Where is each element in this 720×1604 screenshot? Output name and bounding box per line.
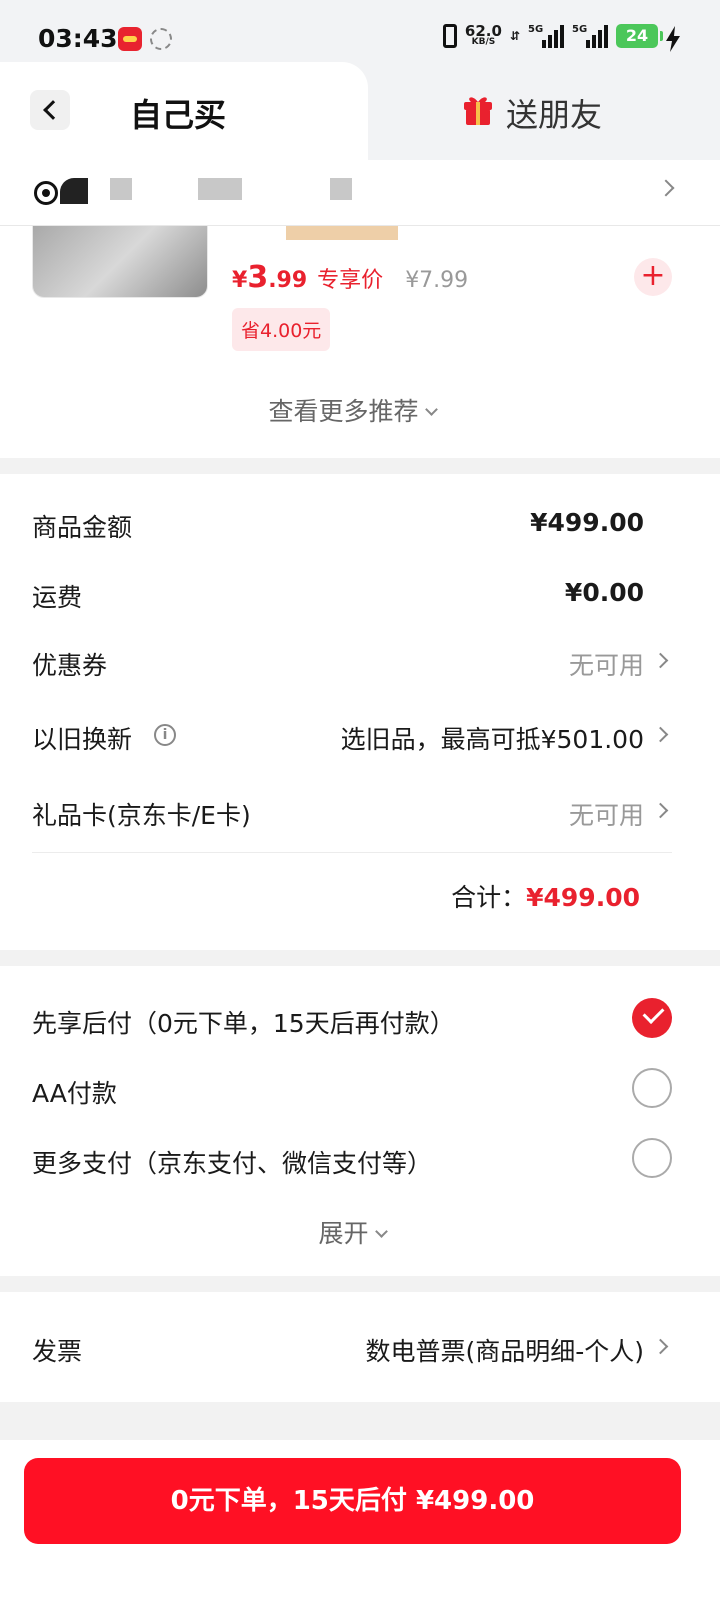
signal-label-2: 5G — [572, 24, 588, 35]
chevron-right-icon — [652, 652, 669, 669]
gift-card-value: 无可用 — [568, 801, 644, 830]
gift-icon — [464, 97, 492, 125]
trade-in-value: 选旧品，最高可抵¥501.00 — [340, 725, 644, 754]
status-time: 03:43 — [38, 24, 118, 53]
address-redacted — [198, 178, 242, 200]
chevron-right-icon — [657, 179, 675, 197]
chevron-right-icon — [652, 802, 669, 819]
radio-selected[interactable] — [632, 998, 672, 1038]
savings-badge: 省4.00元 — [232, 308, 331, 351]
info-icon[interactable]: i — [154, 724, 176, 746]
product-thumbnail[interactable] — [32, 226, 208, 298]
tab-gift-friend[interactable]: 送朋友 — [506, 90, 602, 136]
chevron-right-icon — [652, 726, 669, 743]
product-name-redacted — [286, 226, 398, 240]
vibrate-icon — [442, 24, 457, 48]
price-symbol: ¥ — [232, 268, 248, 293]
back-button[interactable] — [30, 90, 70, 130]
add-to-cart-button[interactable]: + — [634, 258, 672, 296]
data-arrows-icon: ⇵ — [509, 29, 520, 43]
charging-icon — [666, 26, 680, 52]
purchase-mode-tabs: 自己买 送朋友 — [0, 62, 720, 162]
gift-card-label: 礼品卡(京东卡/E卡) — [32, 801, 251, 830]
address-redacted — [330, 178, 352, 200]
invoice-label: 发票 — [32, 1337, 83, 1366]
see-more-label: 查看更多推荐 — [268, 397, 419, 426]
payment-option-label: AA付款 — [32, 1079, 117, 1108]
expand-payments-button[interactable]: 展开 — [0, 1214, 704, 1250]
order-total: 合计：¥499.00 — [451, 878, 640, 914]
back-arrow-icon — [43, 100, 63, 120]
radio-unselected[interactable] — [632, 1068, 672, 1108]
location-icon — [34, 181, 58, 205]
goods-amount-label: 商品金额 — [32, 513, 133, 542]
bottom-bar: 0元下单，15天后付 ¥499.00 — [0, 1440, 720, 1604]
address-row[interactable] — [0, 160, 720, 226]
shipping-label: 运费 — [32, 583, 83, 612]
price-cents: .99 — [268, 268, 308, 293]
address-redacted — [110, 178, 132, 200]
radio-unselected[interactable] — [632, 1138, 672, 1178]
payment-option-label: 更多支付（京东支付、微信支付等） — [32, 1149, 433, 1178]
invoice-value: 数电普票(商品明细-个人) — [365, 1337, 644, 1366]
clock-icon — [150, 28, 172, 50]
price-row: ¥ 3 .99 专享价 ¥7.99 — [232, 260, 468, 295]
trade-in-label: 以旧换新 — [32, 725, 133, 754]
network-speed: 62.0 KB/S — [465, 24, 502, 48]
goods-amount-value: ¥499.00 — [530, 508, 644, 537]
coupon-label: 优惠券 — [32, 651, 108, 680]
payment-card: 先享后付（0元下单，15天后再付款） AA付款 更多支付（京东支付、微信支付等）… — [0, 966, 720, 1276]
original-price: ¥7.99 — [405, 268, 469, 293]
expand-label: 展开 — [318, 1219, 369, 1248]
signal-icon-2: 5G — [572, 24, 608, 48]
payment-option-label: 先享后付（0元下单，15天后再付款） — [32, 1009, 455, 1038]
total-value: ¥499.00 — [526, 883, 640, 912]
chevron-down-icon — [374, 1225, 388, 1238]
tab-self-buy-label: 自己买 — [130, 96, 227, 134]
status-icons: 62.0 KB/S ⇵ 5G 5G 24 — [442, 24, 663, 48]
signal-label-1: 5G — [528, 24, 544, 35]
see-more-recommendations[interactable]: 查看更多推荐 — [0, 392, 704, 428]
status-bar: 03:43 62.0 KB/S ⇵ 5G 5G 24 — [0, 0, 720, 62]
recommendation-card: ¥ 3 .99 专享价 ¥7.99 省4.00元 + 查看更多推荐 — [0, 160, 720, 458]
coupon-value: 无可用 — [568, 651, 644, 680]
address-redacted — [60, 178, 88, 204]
jd-app-notification-icon — [118, 27, 142, 51]
invoice-card[interactable]: 发票 数电普票(商品明细-个人) — [0, 1292, 720, 1402]
amount-card: 商品金额 ¥499.00 运费 ¥0.00 优惠券 无可用 以旧换新 i 选旧品… — [0, 474, 720, 950]
chevron-right-icon — [652, 1338, 669, 1355]
divider — [32, 852, 672, 853]
tab-self-buy[interactable]: 自己买 — [0, 62, 368, 162]
submit-order-button[interactable]: 0元下单，15天后付 ¥499.00 — [24, 1458, 681, 1544]
chevron-down-icon — [424, 403, 438, 416]
exclusive-price-tag: 专享价 — [317, 268, 384, 293]
shipping-value: ¥0.00 — [564, 578, 644, 607]
signal-icon-1: 5G — [528, 24, 564, 48]
total-label: 合计： — [451, 883, 527, 912]
price-main: 3 — [247, 260, 269, 295]
battery-icon: 24 — [616, 24, 663, 48]
